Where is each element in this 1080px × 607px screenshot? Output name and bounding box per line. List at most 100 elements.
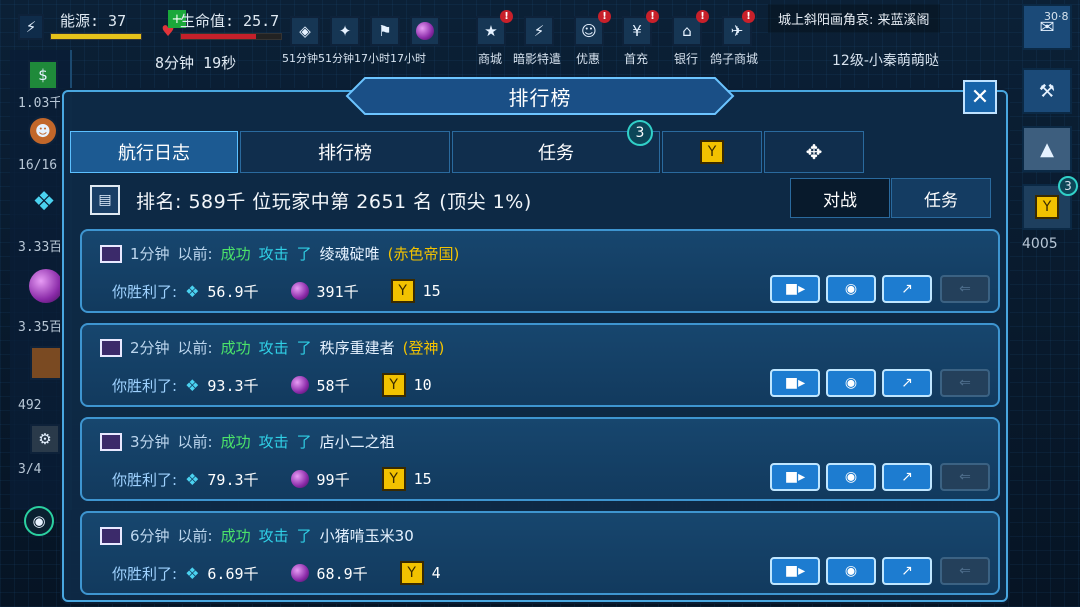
log-verb: 了	[296, 339, 312, 357]
eye-icon: ◉	[844, 375, 858, 391]
share-icon: ↗	[901, 375, 913, 391]
log-ago: 以前:	[177, 339, 213, 357]
nav-bank[interactable]: 银行	[674, 50, 698, 67]
tab-leaderboard[interactable]: 排行榜	[240, 131, 450, 173]
nav-pigeon-shop[interactable]: 鸽子商城	[710, 50, 758, 67]
boost-icon-2[interactable]: ✦	[330, 16, 360, 46]
log-result: 成功	[220, 245, 251, 263]
crate-icon[interactable]	[30, 346, 64, 380]
won-label: 你胜利了:	[112, 282, 178, 301]
log-ago: 以前:	[177, 245, 213, 263]
view-button[interactable]: ◉	[826, 463, 876, 491]
share-button[interactable]: ↗	[882, 369, 932, 397]
tab-settings[interactable]: ✥	[764, 131, 864, 173]
eye-icon: ◉	[844, 563, 858, 579]
boost-icon-4[interactable]	[410, 16, 440, 46]
close-icon: ✕	[970, 84, 990, 110]
view-button[interactable]: ◉	[826, 557, 876, 585]
nav-shadow[interactable]: 暗影特遣	[513, 50, 561, 67]
hammer-icon[interactable]: ⚒	[1022, 68, 1072, 114]
orb-icon[interactable]	[28, 268, 64, 304]
crystal-icon: ❖	[185, 375, 200, 395]
boost-icon-1[interactable]: ◈	[290, 16, 320, 46]
log-faction[interactable]: (登神)	[403, 337, 445, 358]
log-rewards: 你胜利了: ❖ 79.3千 99千 Y 15	[112, 467, 456, 491]
log-target[interactable]: 绫魂碇唯	[320, 243, 380, 264]
log-target[interactable]: 秩序重建者	[320, 337, 395, 358]
log-action: 攻击	[258, 527, 289, 545]
boost-icon-3[interactable]: ⚑	[370, 16, 400, 46]
trophy-score: 4005	[1022, 236, 1058, 252]
right-sidebar: ✉ 30·8 ⚒ ▲ Y 3 4005	[1018, 4, 1078, 254]
view-button[interactable]: ◉	[826, 369, 876, 397]
log-headline: 3分钟 以前: 成功 攻击了店小二之祖	[100, 431, 403, 452]
chat-message[interactable]: 城上斜阳画角哀: 来蓝溪阁	[768, 4, 940, 33]
alert-badge: !	[742, 10, 755, 23]
log-faction[interactable]: (赤色帝国)	[388, 243, 460, 264]
nav-deal[interactable]: 优惠	[576, 50, 600, 67]
shadow-icon[interactable]: ⚡	[524, 16, 554, 46]
arrow-icon: ⇐	[959, 281, 971, 297]
subtab-task[interactable]: 任务	[891, 178, 991, 218]
orb-icon	[290, 282, 309, 300]
orb-value: 58千	[316, 376, 350, 395]
share-icon: ↗	[901, 281, 913, 297]
tab-log[interactable]: 航行日志	[70, 131, 238, 173]
log-entry: 2分钟 以前: 成功 攻击了秩序重建者 (登神) 你胜利了: ❖ 93.3千 58千 Y 10 ■▸ ◉…	[80, 323, 1000, 407]
arrow-icon: ⇐	[959, 375, 971, 391]
health-label: 生命值: 25.7	[180, 12, 280, 30]
log-ago: 以前:	[177, 527, 213, 545]
replay-button[interactable]: ■▸	[770, 275, 820, 303]
share-button[interactable]: ↗	[882, 275, 932, 303]
share-button[interactable]: ↗	[882, 463, 932, 491]
nav-shop[interactable]: 商城	[478, 50, 502, 67]
radar-icon[interactable]: ◉	[24, 506, 54, 536]
camera-icon: ■▸	[784, 563, 806, 579]
crew-icon[interactable]: ☻	[28, 116, 58, 146]
orb-icon	[290, 376, 309, 394]
base-icon[interactable]: ▲	[1022, 126, 1072, 172]
crystal-icon: ❖	[185, 563, 200, 583]
replay-button[interactable]: ■▸	[770, 557, 820, 585]
eye-icon: ◉	[844, 281, 858, 297]
alert-badge: !	[696, 10, 709, 23]
share-icon: ↗	[901, 563, 913, 579]
log-ago: 以前:	[177, 433, 213, 451]
sword-icon	[100, 244, 122, 263]
orb-icon	[290, 564, 309, 582]
log-target[interactable]: 小猪啃玉米30	[320, 525, 414, 546]
log-verb: 了	[296, 527, 312, 545]
log-target[interactable]: 店小二之祖	[320, 431, 395, 452]
orb-value: 68.9千	[316, 564, 368, 583]
share-button[interactable]: ↗	[882, 557, 932, 585]
won-label: 你胜利了:	[112, 376, 178, 395]
crystal-icon[interactable]: ❖	[26, 184, 62, 220]
game-screen: { "topbar":{ "energy_label":"能源: 37", "h…	[0, 0, 1080, 607]
eye-icon: ◉	[844, 469, 858, 485]
crystal-icon: ❖	[185, 281, 200, 301]
cash-icon[interactable]: $	[28, 60, 58, 90]
resource-value: 1.03千	[18, 96, 63, 111]
sword-icon	[100, 338, 122, 357]
replay-button[interactable]: ■▸	[770, 369, 820, 397]
log-action: 攻击	[258, 245, 289, 263]
subtab-battle[interactable]: 对战	[790, 178, 890, 218]
chat-count: 30·8	[1044, 10, 1069, 23]
log-result: 成功	[220, 527, 251, 545]
trophy-value: 15	[413, 470, 432, 488]
revenge-button: ⇐	[940, 463, 990, 491]
crystal-value: 6.69千	[207, 564, 259, 583]
replay-button[interactable]: ■▸	[770, 463, 820, 491]
nav-first-charge[interactable]: 首充	[624, 50, 648, 67]
log-headline: 6分钟 以前: 成功 攻击了小猪啃玉米30	[100, 525, 422, 546]
view-button[interactable]: ◉	[826, 275, 876, 303]
tab-trophy[interactable]: Y	[662, 131, 762, 173]
crystal-value: 79.3千	[207, 470, 259, 489]
share-icon: ↗	[901, 469, 913, 485]
factory-icon[interactable]: ⚙	[30, 424, 60, 454]
log-time: 3分钟	[130, 433, 170, 451]
trophy-icon: Y	[390, 279, 415, 303]
close-button[interactable]: ✕	[963, 80, 997, 114]
top-hud: ⚡ 能源: 37 ♥ + 生命值: 25.7 8分钟 19秒 ◈ ✦ ⚑ 51分…	[0, 0, 1080, 72]
build-timer: 8分钟 19秒	[155, 54, 237, 72]
